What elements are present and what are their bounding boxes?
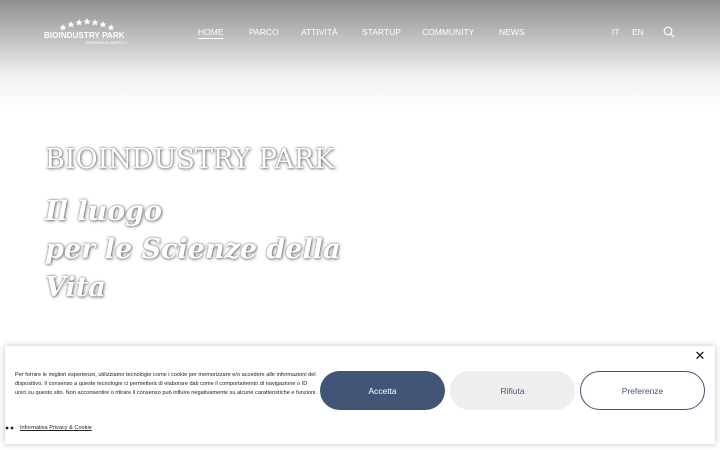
nav-item-community[interactable]: COMMUNITY (422, 27, 474, 37)
language-it[interactable]: IT (612, 27, 620, 37)
language-en[interactable]: EN (632, 27, 644, 37)
logo-subtitle: SPERANZA DI BARTOLO (86, 41, 127, 45)
nav-item-startup[interactable]: STARTUP (362, 27, 401, 37)
site-header: BIOINDUSTRY PARK SPERANZA DI BARTOLO HOM… (0, 0, 720, 64)
hero-tagline-line-2: per le Scienze della (45, 234, 341, 265)
preferences-button[interactable]: Preferenze (580, 371, 705, 410)
cookie-banner: ✕ Per fornire le migliori esperienze, ut… (5, 346, 715, 444)
nav-item-home[interactable]: HOME (198, 27, 224, 37)
close-icon[interactable]: ✕ (693, 350, 707, 364)
deny-button[interactable]: Rifiuta (450, 371, 575, 410)
hero-title: BIOINDUSTRY PARK (45, 144, 335, 175)
accept-button[interactable]: Accetta (320, 371, 445, 410)
hero-tagline-line-1: Il luogo (45, 196, 163, 227)
nav-item-news[interactable]: NEWS (499, 27, 525, 37)
nav-item-attivita[interactable]: ATTIVITÀ (301, 27, 338, 37)
cookie-text: Per fornire le migliori esperienze, util… (15, 372, 317, 396)
hero-tagline-line-3: Vita (45, 272, 106, 303)
search-icon[interactable] (663, 26, 675, 38)
site-logo[interactable]: BIOINDUSTRY PARK SPERANZA DI BARTOLO (44, 16, 128, 48)
privacy-link[interactable]: Informativa Privacy & Cookie (20, 425, 92, 431)
dots-icon (5, 426, 14, 430)
stars-icon (59, 18, 115, 30)
logo-title: BIOINDUSTRY PARK (44, 31, 125, 40)
nav-item-parco[interactable]: PARCO (249, 27, 279, 37)
